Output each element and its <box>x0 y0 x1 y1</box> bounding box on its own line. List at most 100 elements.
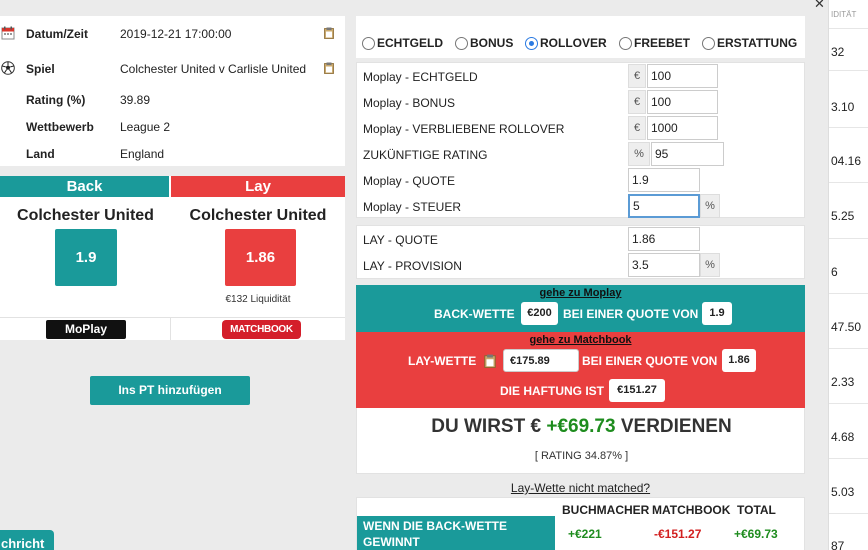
lay-header: Lay <box>171 176 345 197</box>
divider <box>829 70 868 71</box>
lay-bet-label: LAY-WETTE <box>408 354 477 368</box>
column-header: IDITÄT <box>831 10 857 19</box>
echtgeld-input[interactable]: 100 <box>647 64 718 88</box>
background-value: 87 <box>831 539 845 550</box>
info-row-competition: Wettbewerb League 2 <box>0 117 345 137</box>
divider <box>829 513 868 514</box>
profit-statement: DU WIRST € +€69.73 VERDIENEN <box>357 416 806 438</box>
bet-type-panel: ECHTGELD BONUS ROLLOVER FREEBET ERSTATTU… <box>356 16 805 58</box>
goto-matchbook-link[interactable]: gehe zu Matchbook <box>356 334 805 346</box>
matchbook-logo[interactable]: MATCHBOOK <box>222 320 301 339</box>
radio-circle[interactable] <box>455 37 468 50</box>
bookmaker-result: +€221 <box>568 527 602 541</box>
calendar-icon <box>1 26 15 40</box>
euro-prefix: € <box>628 64 646 88</box>
radio-label[interactable]: ROLLOVER <box>540 36 607 50</box>
euro-prefix: € <box>628 116 646 140</box>
radio-circle[interactable] <box>362 37 375 50</box>
message-tab-button[interactable]: chricht <box>0 530 54 550</box>
lay-stake-input[interactable]: €175.89 <box>503 349 579 372</box>
radio-circle[interactable] <box>702 37 715 50</box>
background-value: 04.16 <box>831 154 862 168</box>
moplay-fields-panel: Moplay - ECHTGELD € 100 Moplay - BONUS €… <box>356 62 805 218</box>
divider <box>829 127 868 128</box>
info-row-country: Land England <box>0 144 345 164</box>
lay-not-matched-link[interactable]: Lay-Wette nicht matched? <box>356 481 805 495</box>
percent-prefix: % <box>628 142 650 166</box>
radio-label[interactable]: BONUS <box>470 36 513 50</box>
info-label: Spiel <box>26 62 55 76</box>
profit-amount: +€69.73 <box>546 416 616 437</box>
lay-commission-input[interactable]: 3.5 <box>628 253 700 277</box>
field-label: LAY - QUOTE <box>363 233 438 247</box>
column-header: BUCHMACHER <box>562 503 650 517</box>
liability-value: €151.27 <box>609 379 665 402</box>
clipboard-icon[interactable] <box>484 354 496 368</box>
background-value: 3.10 <box>831 100 855 114</box>
bonus-input[interactable]: 100 <box>647 90 718 114</box>
event-info-panel: Datum/Zeit 2019-12-21 17:00:00 Spiel Col… <box>0 16 345 166</box>
divider <box>829 458 868 459</box>
background-value: 2.33 <box>831 375 855 389</box>
column-header: TOTAL <box>737 503 776 517</box>
close-icon[interactable]: ✕ <box>814 0 825 12</box>
row-label: WENN DIE BACK-WETTE GEWINNT <box>357 516 555 550</box>
info-label: Land <box>26 147 55 161</box>
total-result: +€69.73 <box>734 527 778 541</box>
divider <box>170 317 171 340</box>
field-label: Moplay - BONUS <box>363 96 456 110</box>
background-value: 32 <box>831 45 845 59</box>
radio-label[interactable]: ERSTATTUNG <box>717 36 797 50</box>
field-label: Moplay - QUOTE <box>363 174 456 188</box>
divider <box>829 28 868 29</box>
info-row-datetime: Datum/Zeit 2019-12-21 17:00:00 <box>0 24 345 44</box>
back-bet-summary: gehe zu Moplay BACK-WETTE €200 BEI EINER… <box>356 285 805 332</box>
clipboard-icon[interactable] <box>324 62 334 74</box>
info-value: 2019-12-21 17:00:00 <box>120 27 232 41</box>
back-bet-label: BACK-WETTE <box>434 307 515 321</box>
back-odds-value: 1.9 <box>702 302 732 325</box>
background-value: 4.68 <box>831 430 855 444</box>
lay-odds-input[interactable]: 1.86 <box>628 227 700 251</box>
moplay-tax-input[interactable]: 5 <box>628 194 700 218</box>
goto-moplay-link[interactable]: gehe zu Moplay <box>356 287 805 299</box>
percent-suffix: % <box>700 194 720 218</box>
football-icon <box>1 61 15 75</box>
lay-team-name: Colchester United <box>189 207 327 224</box>
future-rating-input[interactable]: 95 <box>651 142 724 166</box>
back-odds-button[interactable]: 1.9 <box>55 229 117 286</box>
field-label: LAY - PROVISION <box>363 259 462 273</box>
background-value: 6 <box>831 265 838 279</box>
field-label: Moplay - STEUER <box>363 200 462 214</box>
lay-fields-panel: LAY - QUOTE 1.86 LAY - PROVISION 3.5 % <box>356 225 805 279</box>
field-label: Moplay - ECHTGELD <box>363 70 478 84</box>
background-odds-column: IDITÄT 32 3.10 04.16 5.25 6 47.50 2.33 4… <box>828 0 868 550</box>
add-to-pt-button[interactable]: Ins PT hinzufügen <box>90 376 250 405</box>
radio-circle[interactable] <box>619 37 632 50</box>
at-odds-label: BEI EINER QUOTE VON <box>582 354 718 368</box>
lay-bet-summary: gehe zu Matchbook LAY-WETTE €175.89 BEI … <box>356 332 805 408</box>
lay-odds-button[interactable]: 1.86 <box>225 229 296 286</box>
lay-odds-value: 1.86 <box>722 349 756 372</box>
moplay-odds-input[interactable]: 1.9 <box>628 168 700 192</box>
radio-label[interactable]: ECHTGELD <box>377 36 443 50</box>
background-value: 5.25 <box>831 209 855 223</box>
profit-suffix: VERDIENEN <box>620 416 732 437</box>
divider <box>829 182 868 183</box>
back-stake-value: €200 <box>521 302 558 325</box>
rating-text: [ RATING 34.87% ] <box>534 450 629 462</box>
field-label: Moplay - VERBLIEBENE ROLLOVER <box>363 122 565 136</box>
divider <box>829 293 868 294</box>
radio-circle-selected[interactable] <box>525 37 538 50</box>
liability-label: DIE HAFTUNG IST <box>500 384 604 398</box>
profit-prefix: DU WIRST € <box>431 416 542 437</box>
column-header: MATCHBOOK <box>652 503 731 517</box>
outcome-table: BUCHMACHER MATCHBOOK TOTAL WENN DIE BACK… <box>356 497 805 550</box>
info-value: 39.89 <box>120 93 151 107</box>
clipboard-icon[interactable] <box>324 27 334 39</box>
rollover-input[interactable]: 1000 <box>647 116 718 140</box>
radio-label[interactable]: FREEBET <box>634 36 690 50</box>
moplay-logo[interactable]: MoPlay <box>46 320 126 339</box>
info-label: Wettbewerb <box>26 120 94 134</box>
divider <box>829 238 868 239</box>
